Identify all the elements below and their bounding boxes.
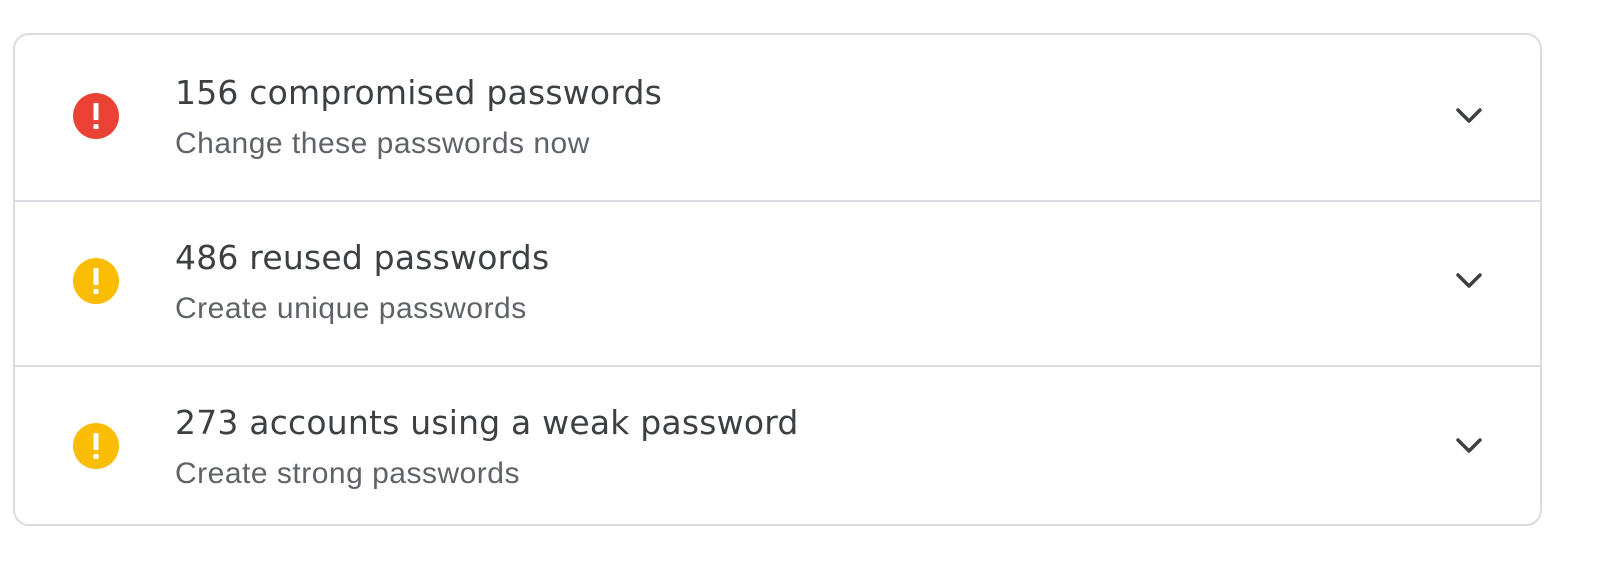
issue-subtitle: Change these passwords now xyxy=(175,127,590,160)
warning-icon xyxy=(73,423,119,469)
issue-row-reused[interactable]: 486 reused passwords Create unique passw… xyxy=(15,200,1540,364)
issue-row-weak[interactable]: 273 accounts using a weak password Creat… xyxy=(15,365,1540,524)
issue-subtitle: Create strong passwords xyxy=(175,457,520,490)
error-icon xyxy=(73,93,119,139)
chevron-down-icon[interactable] xyxy=(1454,101,1484,131)
issue-subtitle: Create unique passwords xyxy=(175,292,527,325)
chevron-down-icon[interactable] xyxy=(1454,431,1484,461)
issue-title: 156 compromised passwords xyxy=(175,73,663,112)
issue-title: 273 accounts using a weak password xyxy=(175,403,799,442)
chevron-down-icon[interactable] xyxy=(1454,266,1484,296)
warning-icon xyxy=(73,258,119,304)
issue-row-compromised[interactable]: 156 compromised passwords Change these p… xyxy=(15,35,1540,199)
password-checkup-card: 156 compromised passwords Change these p… xyxy=(13,33,1542,526)
issue-title: 486 reused passwords xyxy=(175,238,550,277)
